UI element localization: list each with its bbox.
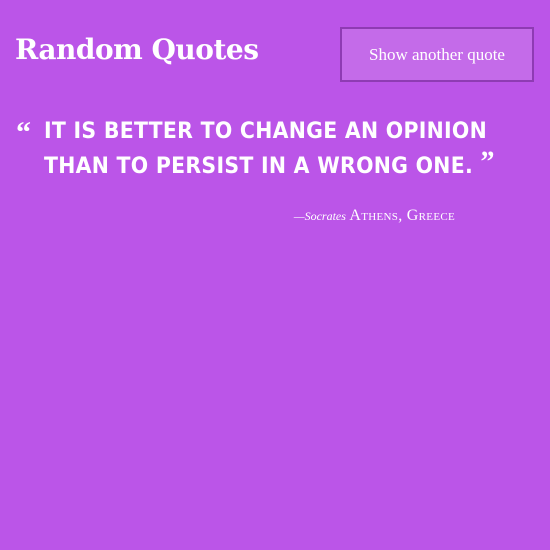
quote-attribution: —Socrates Athens, Greece bbox=[0, 206, 455, 227]
quote-author: Socrates bbox=[304, 209, 346, 223]
close-quote-mark: ” bbox=[480, 145, 495, 178]
show-another-quote-button[interactable]: Show another quote bbox=[340, 27, 534, 82]
quote-location: Athens, Greece bbox=[349, 207, 455, 224]
app-title: Random Quotes bbox=[15, 33, 259, 66]
open-quote-mark: “ bbox=[16, 116, 31, 149]
author-dash: — bbox=[293, 209, 305, 223]
quote-body: It is better to change an opinion than t… bbox=[44, 119, 487, 179]
quote-text: It is better to change an opinion than t… bbox=[44, 114, 528, 184]
quote-block: “ It is better to change an opinion than… bbox=[16, 114, 516, 184]
quote-page: Random Quotes Show another quote “ It is… bbox=[0, 0, 550, 550]
